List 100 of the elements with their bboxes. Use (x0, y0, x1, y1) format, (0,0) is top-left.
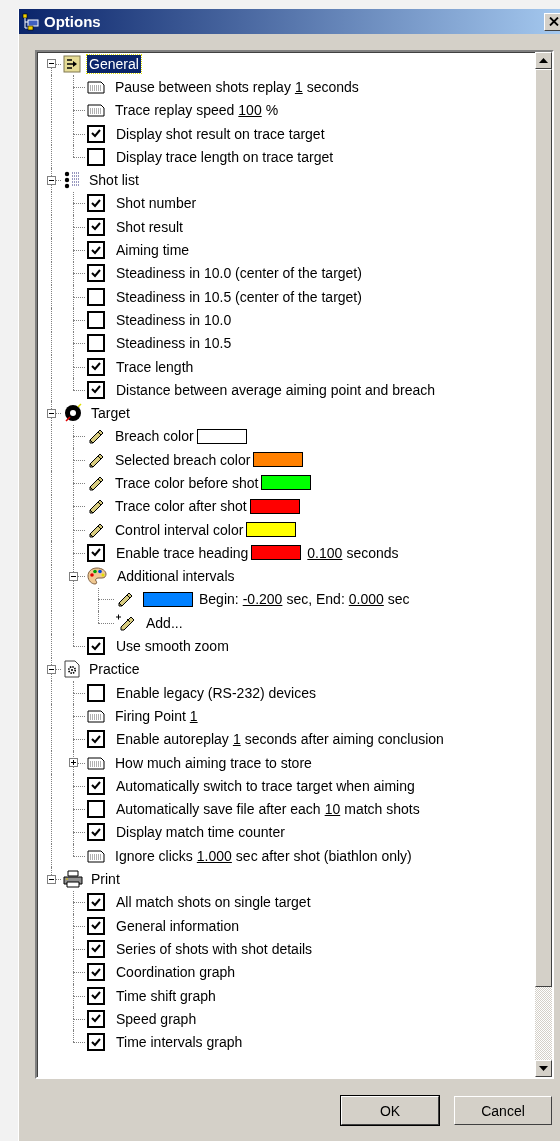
checkmark-icon (91, 827, 101, 837)
tree-item[interactable]: General (87, 54, 141, 73)
checkbox[interactable] (87, 1009, 105, 1028)
color-swatch[interactable] (196, 428, 247, 444)
value-field[interactable]: 10 (324, 801, 341, 818)
option-label: seconds (346, 544, 399, 561)
scroll-down-button[interactable] (535, 1060, 552, 1077)
tree-item[interactable]: Practice (87, 660, 142, 679)
value-field[interactable]: 0.000 (348, 591, 384, 608)
tree-item[interactable]: Print (89, 870, 122, 889)
option-label: Steadiness in 10.0 (center of the target) (116, 265, 362, 282)
dialog-button[interactable]: OK (341, 1096, 439, 1125)
value-field[interactable]: 1 (294, 78, 303, 95)
value-field[interactable]: 1.000 (196, 847, 232, 864)
checkbox[interactable] (87, 310, 105, 329)
tree-item[interactable]: Shot list (87, 171, 141, 190)
color-swatch[interactable] (251, 545, 302, 561)
checkbox[interactable] (87, 637, 105, 656)
color-swatch[interactable] (143, 591, 193, 607)
keyboard-icon (87, 103, 105, 118)
option-label: Aiming time (116, 242, 190, 258)
checkbox[interactable] (87, 986, 105, 1005)
option-label: Series of shots with shot details (116, 940, 313, 957)
checkbox[interactable] (87, 287, 105, 306)
checkbox[interactable] (87, 241, 105, 259)
checkbox[interactable] (87, 963, 105, 982)
close-button[interactable] (544, 12, 560, 31)
checkbox[interactable] (87, 916, 105, 935)
option-label: Trace replay speed (115, 102, 235, 119)
value-field[interactable]: 1 (189, 707, 198, 724)
option-label: All match shots on single target (116, 894, 311, 911)
keyboard-icon (87, 848, 105, 863)
option-label: Enable autoreplay (116, 731, 229, 748)
option-label: Speed graph (116, 1010, 197, 1027)
option-label: General information (116, 917, 239, 934)
value-field[interactable]: 0.100 (307, 544, 343, 561)
tree-item[interactable]: Target (89, 404, 132, 423)
collapse-icon[interactable] (47, 664, 56, 674)
keyboard-icon (87, 708, 105, 723)
option-label: Trace length (116, 358, 194, 375)
option-label: Pause between shots replay (115, 78, 291, 95)
expand-icon[interactable] (69, 758, 78, 768)
option-label: Trace color before shot (115, 475, 259, 491)
checkmark-icon (91, 222, 101, 232)
checkbox[interactable] (87, 543, 105, 562)
collapse-icon[interactable] (47, 874, 56, 884)
option-label: Control interval color (115, 521, 244, 538)
option-label: Use smooth zoom (116, 638, 229, 655)
collapse-icon[interactable] (47, 408, 56, 418)
checkbox[interactable] (87, 776, 105, 795)
value-field[interactable]: -0.200 (242, 591, 283, 608)
checkbox[interactable] (87, 1033, 105, 1052)
checkbox[interactable] (87, 217, 105, 236)
option-label: Ignore clicks (115, 847, 193, 864)
down-arrow-icon (539, 1066, 548, 1071)
checkbox[interactable] (87, 800, 105, 819)
color-swatch[interactable] (253, 452, 304, 468)
checkbox[interactable] (87, 380, 105, 399)
checkbox[interactable] (87, 334, 105, 353)
keyboard-icon (87, 755, 105, 770)
scrollbar-thumb[interactable] (535, 69, 552, 987)
checkbox[interactable] (87, 194, 105, 213)
color-swatch[interactable] (261, 475, 312, 491)
checkbox[interactable] (87, 357, 105, 376)
option-label: Display trace length on trace target (116, 148, 334, 165)
checkmark-icon (91, 198, 101, 208)
checkbox[interactable] (87, 683, 105, 702)
checkmark-icon (91, 362, 101, 371)
checkmark-icon (91, 967, 101, 977)
checkbox[interactable] (87, 893, 105, 912)
collapse-icon[interactable] (69, 571, 78, 581)
checkbox[interactable] (87, 264, 105, 283)
checkmark-icon (91, 129, 101, 139)
option-label: Shot number (116, 195, 197, 212)
checkmark-icon (91, 641, 101, 651)
option-label: Steadiness in 10.5 (116, 335, 232, 352)
option-label: Selected breach color (115, 451, 251, 468)
option-label: Add... (146, 614, 183, 631)
dialog-button[interactable]: Cancel (454, 1096, 552, 1125)
option-label: How much aiming trace to store (115, 754, 312, 771)
option-label: Firing Point (115, 707, 186, 724)
scroll-up-button[interactable] (535, 52, 552, 69)
color-swatch[interactable] (249, 498, 300, 514)
close-icon (549, 17, 559, 26)
checkbox[interactable] (87, 939, 105, 958)
printer-icon (63, 870, 83, 889)
value-field[interactable]: 100 (238, 102, 262, 119)
collapse-icon[interactable] (47, 59, 56, 69)
value-field[interactable]: 1 (232, 731, 241, 748)
checkbox[interactable] (87, 147, 105, 166)
option-label: Distance between average aiming point and breach (116, 381, 436, 398)
option-label: sec (387, 591, 410, 608)
checkbox[interactable] (87, 823, 105, 842)
checkmark-icon (91, 921, 101, 931)
checkbox[interactable] (87, 124, 105, 143)
collapse-icon[interactable] (47, 175, 56, 185)
up-arrow-icon (539, 58, 548, 63)
color-swatch[interactable] (246, 522, 297, 538)
checkbox[interactable] (87, 730, 105, 749)
keyboard-icon (87, 79, 105, 94)
